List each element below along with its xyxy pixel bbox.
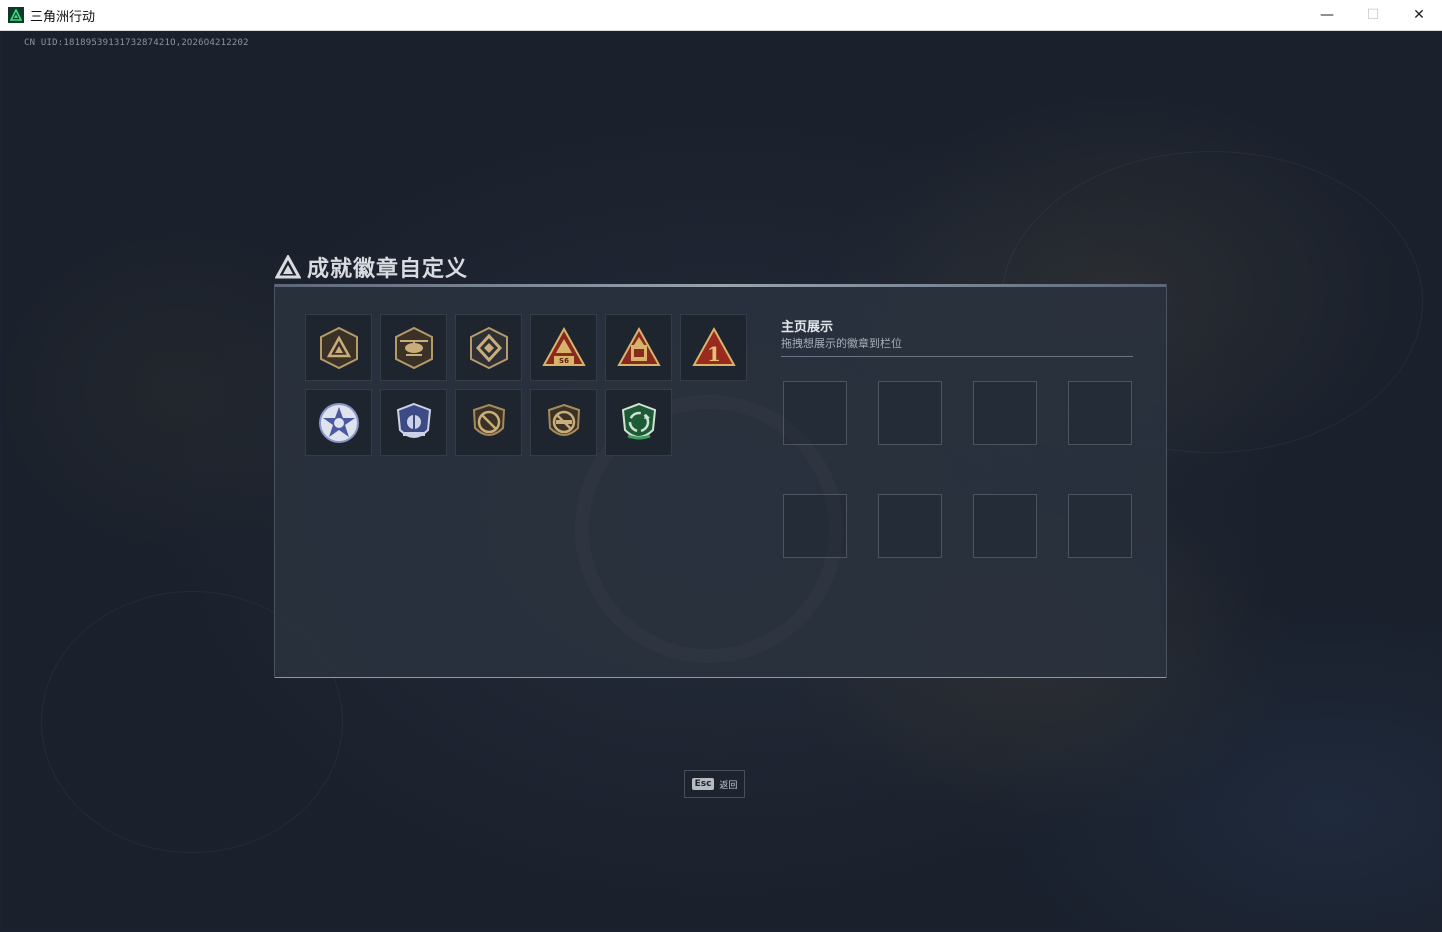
badge-slot[interactable]: 1	[680, 314, 747, 381]
delta-logo-icon	[275, 255, 301, 279]
minimize-button[interactable]: —	[1304, 0, 1350, 30]
showcase-slot[interactable]	[1068, 494, 1132, 558]
showcase-slot[interactable]	[783, 381, 847, 445]
panel-bottom-border	[275, 677, 1166, 678]
app-logo-icon	[8, 7, 24, 23]
back-button[interactable]: Esc 返回	[684, 770, 745, 798]
uid-label: CN UID:1818953913173287421O,2O26O4212202	[24, 38, 249, 48]
showcase-slot[interactable]	[783, 494, 847, 558]
panel-top-border	[275, 284, 1166, 287]
number-one-label: 1	[707, 342, 721, 366]
badge-slot[interactable]	[605, 389, 672, 456]
panel-title: 成就徽章自定义	[307, 257, 469, 282]
game-viewport: CN UID:1818953913173287421O,2O26O4212202…	[1, 31, 1441, 931]
badge-slot[interactable]	[455, 389, 522, 456]
showcase-slot[interactable]	[1068, 381, 1132, 445]
badge-slot[interactable]	[530, 389, 597, 456]
esc-key-hint: Esc	[691, 778, 715, 790]
showcase-slot[interactable]	[973, 381, 1037, 445]
star-police-badge-icon	[318, 402, 359, 443]
badge-slot[interactable]	[380, 314, 447, 381]
showcase-slot[interactable]	[973, 494, 1037, 558]
showcase-subtitle: 拖拽想展示的徽章到栏位	[781, 337, 902, 350]
badge-grid: S6 1	[305, 314, 755, 456]
window-title: 三角洲行动	[30, 9, 96, 25]
diamond-emblem-badge-icon	[469, 326, 508, 369]
panel-header: 成就徽章自定义	[275, 251, 468, 283]
showcase-slot[interactable]	[878, 494, 942, 558]
showcase-title: 主页展示	[781, 320, 834, 335]
shield-triangle-badge-icon	[319, 326, 358, 369]
maximize-button[interactable]: ☐	[1350, 0, 1396, 30]
helicopter-badge-icon	[394, 326, 433, 369]
badge-slot[interactable]	[605, 314, 672, 381]
badge-customize-panel: S6 1 主页展示 拖拽想展示的徽章到栏位	[274, 284, 1167, 678]
number-one-triangle-badge-icon: 1	[691, 326, 736, 366]
showcase-slots	[783, 381, 1132, 558]
no-weapon-shield-badge-icon	[472, 403, 505, 436]
s6-label: S6	[559, 357, 569, 365]
badge-slot[interactable]	[305, 314, 372, 381]
showcase-divider	[781, 356, 1133, 357]
no-rifle-shield-badge-icon	[547, 403, 580, 436]
green-recycle-badge-icon	[621, 402, 656, 439]
close-button[interactable]: ✕	[1396, 0, 1442, 30]
badge-slot[interactable]	[305, 389, 372, 456]
back-label: 返回	[719, 780, 738, 791]
badge-slot[interactable]: S6	[530, 314, 597, 381]
badge-slot[interactable]	[455, 314, 522, 381]
s6-triangle-badge-icon: S6	[541, 326, 586, 366]
police-shield-badge-icon	[396, 402, 431, 438]
badge-slot[interactable]	[380, 389, 447, 456]
tower-triangle-badge-icon	[616, 326, 661, 366]
showcase-slot[interactable]	[878, 381, 942, 445]
window-titlebar: 三角洲行动 — ☐ ✕	[0, 0, 1442, 31]
